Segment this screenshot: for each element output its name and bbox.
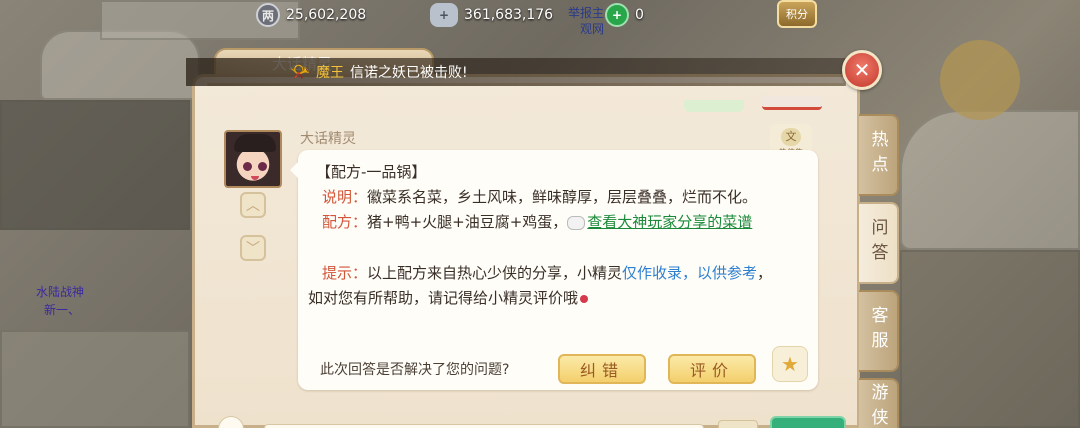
thumbs-up-icon[interactable]: ★	[781, 352, 799, 376]
tip-line2-text: 如对您有所帮助，请记得给小精灵评价哦	[308, 289, 579, 307]
correct-button[interactable]: 纠错	[558, 354, 646, 384]
chevron-down-icon[interactable]: ﹀	[246, 238, 260, 258]
jade-add-icon[interactable]: +	[605, 3, 629, 27]
input-bar	[204, 414, 846, 428]
tip-line: 提示：以上配方来自热心少侠的分享，小精灵仅作收录，以供参考，	[322, 262, 772, 283]
tab-qa[interactable]: 问答	[859, 202, 899, 284]
system-notice: 📯 魔王 信诺之妖已被击败!	[186, 58, 846, 86]
tip-line-2: 如对您有所帮助，请记得给小精灵评价哦	[308, 287, 589, 308]
points-button[interactable]: 积分	[777, 0, 817, 28]
report-sublabel: 观网	[580, 22, 605, 36]
recipe-text: 猪+鸭+火腿+油豆腐+鸡蛋，	[367, 213, 568, 231]
tip-label: 提示：	[322, 264, 368, 282]
background-building	[40, 30, 200, 100]
gold-value: 361,683,176	[464, 7, 554, 23]
notice-highlight: 魔王	[316, 65, 344, 81]
sprite-avatar	[224, 130, 282, 188]
tab-hot[interactable]: 热点	[859, 114, 899, 196]
send-button[interactable]	[770, 416, 846, 428]
recipe-label: 配方：	[322, 213, 368, 231]
description-text: 徽菜系名菜，乡土风味，鲜味醇厚，层层叠叠，烂而不化。	[367, 188, 758, 206]
scroll-down-button[interactable]: ﹀	[240, 235, 266, 261]
silver-value: 25,602,208	[286, 7, 367, 23]
description-line: 说明：徽菜系名菜，乡土风味，鲜味醇厚，层层叠叠，烂而不化。	[322, 186, 757, 207]
menu-button[interactable]	[718, 420, 758, 428]
gold-resource: + 361,683,176	[430, 3, 553, 27]
pig-icon	[567, 215, 586, 230]
background-building	[0, 100, 190, 230]
background-building	[900, 250, 1080, 428]
silver-resource: 两 25,602,208	[256, 3, 366, 27]
question-input[interactable]	[264, 424, 704, 428]
scroll-up-button[interactable]: ︿	[240, 192, 266, 218]
report-label: 举报主	[568, 6, 605, 20]
recipe-share-link[interactable]: 查看大神玩家分享的菜谱	[587, 213, 752, 231]
background-building	[0, 330, 190, 428]
notice-text: 信诺之妖已被击败!	[350, 65, 468, 81]
message-sender: 大话精灵	[300, 131, 356, 147]
jade-resource[interactable]: + 0	[605, 3, 644, 27]
rate-button[interactable]: 评价	[668, 354, 756, 384]
background-statue	[940, 40, 1020, 120]
silver-coin-icon: 两	[256, 3, 280, 27]
resource-bar: 两 25,602,208 + 361,683,176 举报主 观网 + 0 积分	[0, 0, 1080, 36]
close-icon[interactable]: ✕	[854, 58, 871, 82]
jade-value: 0	[635, 7, 644, 23]
previous-message-edge	[684, 100, 744, 112]
description-label: 说明：	[322, 188, 368, 206]
tip-end: ，	[757, 264, 773, 282]
collection-icon[interactable]: 文	[781, 128, 801, 146]
emoji-button[interactable]	[218, 416, 244, 428]
tab-ranger[interactable]: 游侠	[859, 378, 899, 428]
chevron-up-icon[interactable]: ︿	[246, 195, 260, 215]
ingot-icon: +	[430, 3, 458, 27]
tip-text: 以上配方来自热心少侠的分享，小精灵	[367, 264, 623, 282]
flower-icon	[580, 294, 589, 303]
horn-icon: 📯	[290, 62, 310, 81]
background-building	[900, 110, 1080, 250]
recipe-line: 配方：猪+鸭+火腿+油豆腐+鸡蛋， 查看大神玩家分享的菜谱	[322, 211, 752, 232]
previous-message-edge	[762, 96, 822, 110]
player-name-label: 新一、	[44, 303, 81, 317]
like-button[interactable]: ★	[772, 346, 808, 382]
tab-service[interactable]: 客服	[859, 290, 899, 372]
recipe-title: 【配方-一品锅】	[316, 163, 427, 181]
close-button[interactable]: ✕	[842, 50, 882, 90]
player-title-label: 水陆战神	[36, 285, 85, 299]
feedback-question: 此次回答是否解决了您的问题?	[320, 362, 510, 378]
tip-highlight: 仅作收录，以供参考	[622, 264, 758, 282]
